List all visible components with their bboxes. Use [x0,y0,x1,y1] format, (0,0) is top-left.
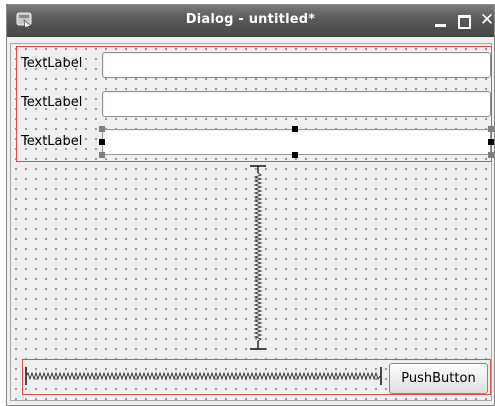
close-icon[interactable]: ✕ [477,10,495,31]
selection-handle-middle-left[interactable] [99,139,105,145]
minimize-icon[interactable] [431,11,451,31]
line-edit-2[interactable] [102,91,491,117]
push-button[interactable]: PushButton [389,363,488,394]
line-edit-1[interactable] [102,52,491,78]
selection-handle-top-right[interactable] [488,126,494,132]
selection-handle-bottom-middle[interactable] [292,152,298,158]
selection-handle-bottom-right[interactable] [488,152,494,158]
selection-handle-top-left[interactable] [99,126,105,132]
close-glyph: ✕ [479,10,495,30]
selection-handle-middle-right[interactable] [488,139,494,145]
horizontal-spacer[interactable] [24,363,384,389]
vertical-spacer[interactable] [247,164,269,352]
text-label-3[interactable]: TextLabel [21,134,82,150]
selection-handle-bottom-left[interactable] [99,152,105,158]
dialog-window: Dialog - untitled* ✕ TextLabel TextLabel… [6,4,495,406]
horizontal-spacer-zigzag [25,371,381,381]
vertical-spacer-zigzag [253,172,263,342]
maximize-icon[interactable] [454,11,474,31]
window-title: Dialog - untitled* [185,12,316,27]
selection-handle-top-middle[interactable] [292,126,298,132]
title-bar[interactable]: Dialog - untitled* ✕ [7,5,494,37]
text-label-2[interactable]: TextLabel [21,95,82,111]
text-label-1[interactable]: TextLabel [21,56,82,72]
